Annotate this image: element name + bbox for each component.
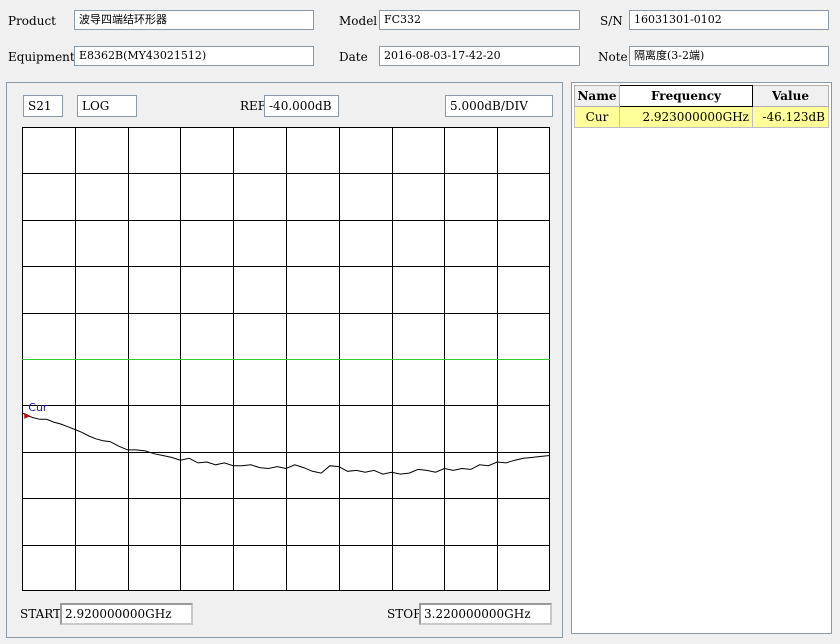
date-field[interactable]: 2016-08-03-17-42-20 bbox=[379, 46, 580, 66]
marker-table-panel: Name Frequency Value Cur 2.923000000GHz … bbox=[571, 82, 832, 634]
sn-label: S/N bbox=[600, 14, 623, 28]
stop-label: STOP bbox=[387, 607, 422, 621]
scale-box[interactable]: 5.000dB/DIV bbox=[445, 95, 553, 117]
table-row[interactable]: Cur 2.923000000GHz -46.123dB bbox=[574, 106, 829, 128]
marker-value-cell[interactable]: -46.123dB bbox=[752, 106, 829, 128]
format-box[interactable]: LOG bbox=[77, 95, 137, 117]
stop-frequency-field[interactable]: 3.220000000GHz bbox=[419, 603, 552, 625]
date-label: Date bbox=[339, 50, 368, 64]
plot-area: Cur bbox=[22, 127, 550, 591]
parameter-box[interactable]: S21 bbox=[23, 95, 63, 117]
chart-panel: S21 LOG REF -40.000dB 5.000dB/DIV Cur ST… bbox=[6, 82, 563, 638]
column-header-frequency[interactable]: Frequency bbox=[619, 85, 753, 107]
ref-label: REF bbox=[240, 99, 267, 113]
note-field[interactable]: 隔离度(3-2端) bbox=[629, 46, 829, 66]
equipment-field[interactable]: E8362B(MY43021512) bbox=[74, 46, 314, 66]
column-header-name[interactable]: Name bbox=[574, 85, 620, 107]
ref-value-box[interactable]: -40.000dB bbox=[264, 95, 339, 117]
marker-label: Cur bbox=[28, 401, 48, 414]
model-field[interactable]: FC332 bbox=[379, 10, 580, 30]
marker-table: Name Frequency Value Cur 2.923000000GHz … bbox=[574, 85, 829, 128]
start-label: START bbox=[20, 607, 62, 621]
sn-field[interactable]: 16031301-0102 bbox=[629, 10, 829, 30]
product-label: Product bbox=[8, 14, 56, 28]
marker-frequency-cell[interactable]: 2.923000000GHz bbox=[619, 106, 753, 128]
product-field[interactable]: 波导四端结环形器 bbox=[74, 10, 314, 30]
column-header-value[interactable]: Value bbox=[752, 85, 829, 107]
equipment-label: Equipment bbox=[8, 50, 75, 64]
model-label: Model bbox=[339, 14, 378, 28]
start-frequency-field[interactable]: 2.920000000GHz bbox=[60, 603, 193, 625]
marker-name-cell[interactable]: Cur bbox=[574, 106, 620, 128]
note-label: Note bbox=[598, 50, 628, 64]
